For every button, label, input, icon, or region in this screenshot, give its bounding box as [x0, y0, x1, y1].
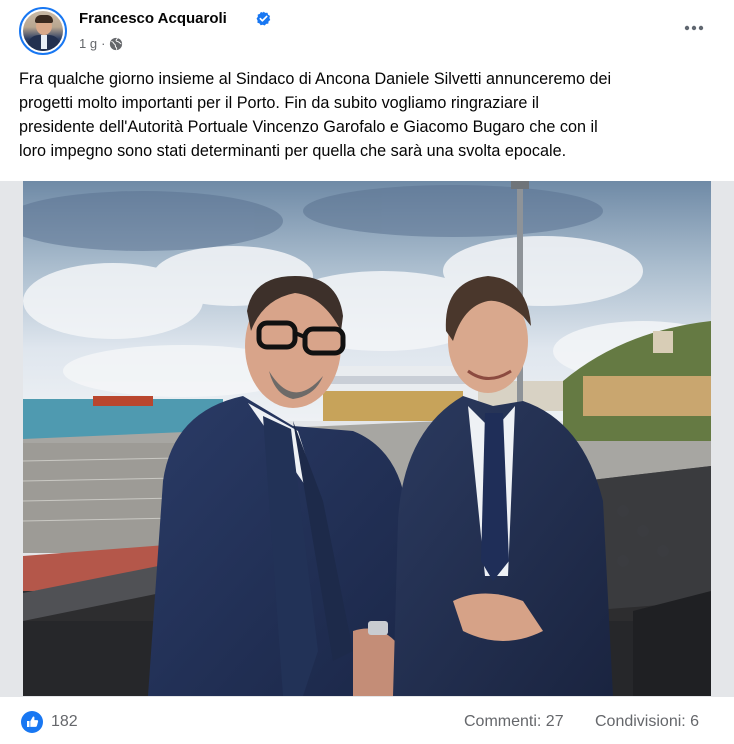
post-time[interactable]: 1 g — [79, 36, 97, 51]
post-photo[interactable] — [23, 181, 711, 696]
like-reaction-icon[interactable] — [21, 711, 43, 733]
meta-separator: · — [101, 36, 106, 51]
post-text-line: presidente dell'Autorità Portuale Vincen… — [19, 118, 598, 136]
post-text-line: loro impegno sono stati determinanti per… — [19, 142, 567, 160]
facebook-post: Francesco Acquaroli 1 g · Fra qualche gi… — [0, 0, 734, 744]
author-avatar[interactable] — [19, 7, 67, 55]
avatar-image — [23, 11, 63, 51]
post-text: Fra qualche giorno insieme al Sindaco di… — [19, 67, 719, 163]
post-meta: 1 g · — [79, 36, 123, 51]
photo-illustration — [23, 181, 711, 696]
post-text-line: progetti molto importanti per il Porto. … — [19, 94, 540, 112]
author-name[interactable]: Francesco Acquaroli — [79, 10, 227, 27]
post-text-line: Fra qualche giorno insieme al Sindaco di… — [19, 70, 612, 88]
shares-count-link[interactable]: Condivisioni: 6 — [595, 713, 699, 731]
verified-badge-icon — [256, 11, 271, 26]
like-count[interactable]: 182 — [51, 713, 78, 731]
more-options-icon[interactable] — [682, 16, 706, 40]
comments-count-link[interactable]: Commenti: 27 — [464, 713, 564, 731]
globe-icon — [110, 37, 123, 50]
